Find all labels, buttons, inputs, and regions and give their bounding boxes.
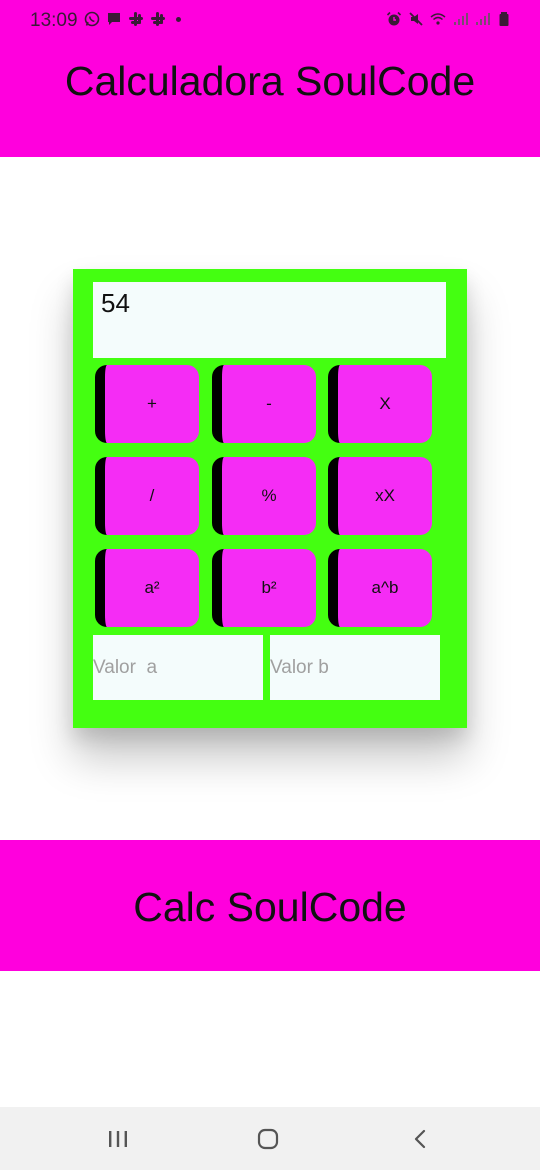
- whatsapp-icon: [84, 11, 100, 27]
- home-icon: [257, 1128, 279, 1150]
- x-times-button[interactable]: xX: [328, 457, 432, 535]
- navigation-bar: [0, 1107, 540, 1170]
- percent-button[interactable]: %: [212, 457, 316, 535]
- footer-title: Calc SoulCode: [133, 884, 407, 930]
- home-button[interactable]: [248, 1123, 288, 1155]
- a-power-b-button[interactable]: a^b: [328, 549, 432, 627]
- main-content: 54 + - X / % xX a² b² a^b: [0, 157, 540, 840]
- app-footer: Calc SoulCode: [0, 840, 540, 971]
- multiply-button[interactable]: X: [328, 365, 432, 443]
- signal-icon: [452, 11, 468, 27]
- signal-icon: [474, 11, 490, 27]
- status-right-icons: [386, 11, 512, 27]
- slack-icon: [150, 11, 166, 27]
- subtract-button[interactable]: -: [212, 365, 316, 443]
- notification-dot-icon: [176, 16, 181, 22]
- page-title: Calculadora SoulCode: [64, 58, 476, 104]
- value-a-input[interactable]: [93, 635, 263, 700]
- battery-icon: [496, 11, 512, 27]
- alarm-icon: [386, 11, 402, 27]
- slack-icon: [128, 11, 144, 27]
- message-icon: [106, 11, 122, 27]
- recent-apps-button[interactable]: [98, 1123, 138, 1155]
- add-button[interactable]: +: [95, 365, 199, 443]
- value-b-input[interactable]: [270, 635, 440, 700]
- divide-button[interactable]: /: [95, 457, 199, 535]
- back-button[interactable]: [400, 1123, 440, 1155]
- status-left-icons: [84, 11, 181, 27]
- mute-icon: [408, 11, 424, 27]
- calculator-panel: 54 + - X / % xX a² b² a^b: [73, 269, 467, 728]
- wifi-icon: [430, 11, 446, 27]
- status-bar: 13:09: [0, 0, 540, 40]
- calculator-display: 54: [93, 282, 446, 358]
- b-squared-button[interactable]: b²: [212, 549, 316, 627]
- a-squared-button[interactable]: a²: [95, 549, 199, 627]
- app-header: Calculadora SoulCode: [0, 40, 540, 157]
- recent-apps-icon: [109, 1131, 127, 1147]
- back-icon: [414, 1129, 426, 1149]
- status-time: 13:09: [30, 10, 78, 31]
